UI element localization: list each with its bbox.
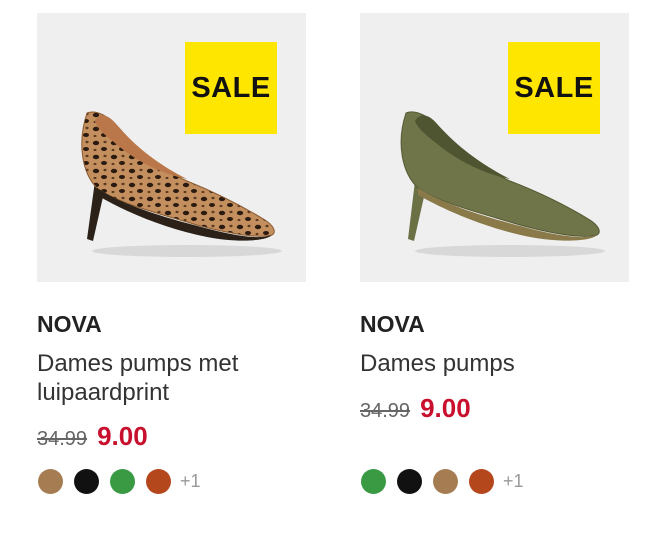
color-swatches: +1 [38, 469, 201, 494]
more-colors[interactable]: +1 [180, 471, 201, 492]
product-image[interactable]: SALE [360, 13, 629, 282]
product-title[interactable]: Dames pumps met luipaardprint [37, 349, 307, 407]
sale-price: 9.00 [420, 393, 471, 423]
color-swatch[interactable] [74, 469, 99, 494]
product-title[interactable]: Dames pumps [360, 349, 630, 378]
color-swatch[interactable] [110, 469, 135, 494]
color-swatch[interactable] [433, 469, 458, 494]
color-swatches: +1 [361, 469, 524, 494]
price-row: 34.99 9.00 [360, 393, 471, 424]
color-swatch[interactable] [469, 469, 494, 494]
product-brand: NOVA [360, 311, 425, 337]
more-colors[interactable]: +1 [503, 471, 524, 492]
original-price: 34.99 [360, 400, 411, 422]
product-card[interactable]: SALE NOVA Dames pumps 34.99 9.00 +1 [360, 13, 630, 494]
sale-price: 9.00 [97, 421, 148, 451]
product-image[interactable]: SALE [37, 13, 306, 282]
sale-badge: SALE [185, 42, 277, 134]
original-price: 34.99 [37, 428, 88, 450]
color-swatch[interactable] [146, 469, 171, 494]
sale-badge: SALE [508, 42, 600, 134]
product-card[interactable]: SALE NOVA Dames pumps met luipaardprint … [37, 13, 307, 494]
product-brand: NOVA [37, 311, 102, 337]
color-swatch[interactable] [38, 469, 63, 494]
price-row: 34.99 9.00 [37, 421, 148, 452]
color-swatch[interactable] [361, 469, 386, 494]
color-swatch[interactable] [397, 469, 422, 494]
